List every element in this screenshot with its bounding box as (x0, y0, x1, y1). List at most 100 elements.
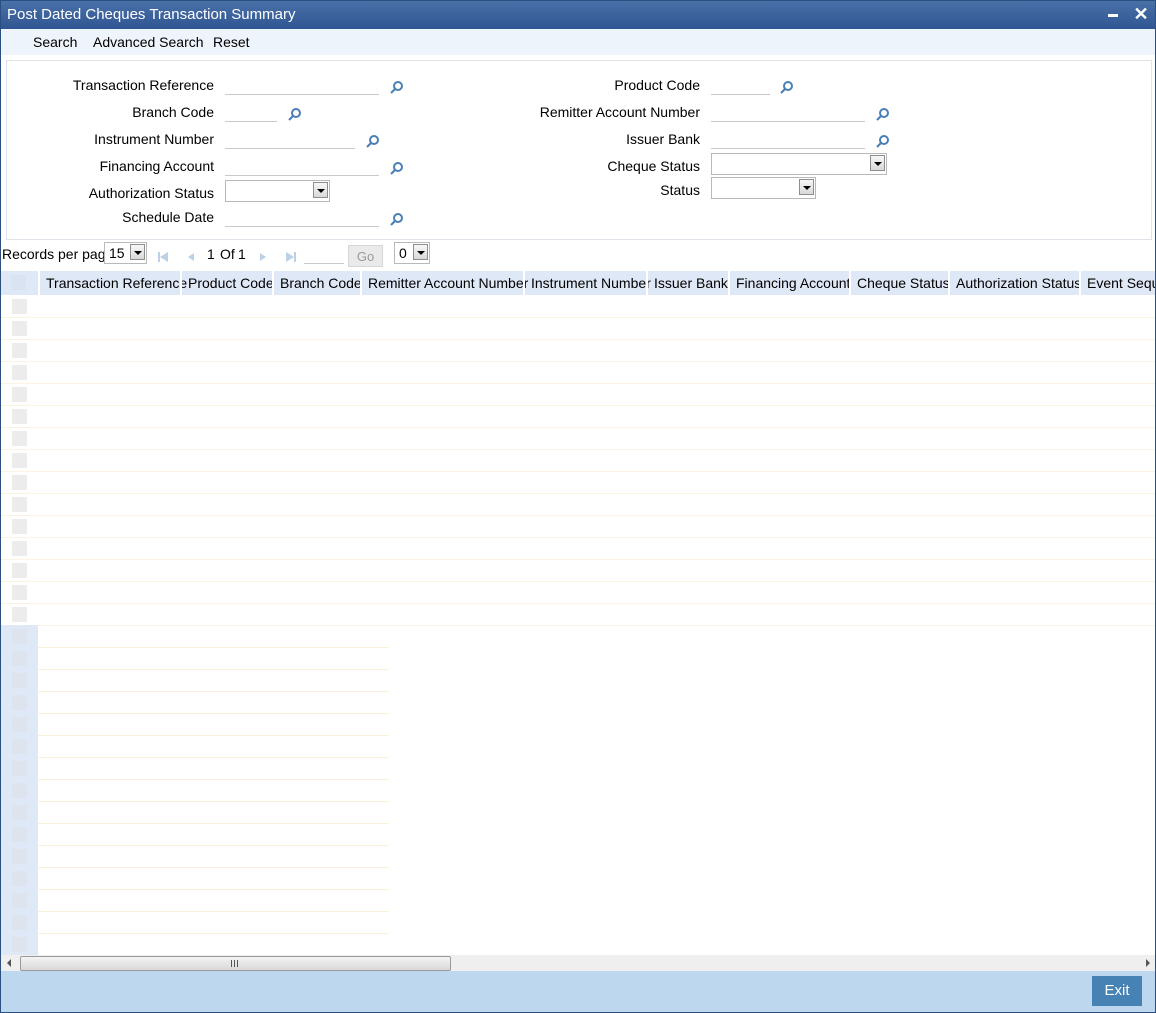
row-checkbox[interactable] (12, 541, 27, 556)
table-row[interactable] (1, 339, 1155, 362)
go-button[interactable]: Go (348, 245, 383, 267)
row-checkbox[interactable] (12, 519, 27, 534)
advanced-search-button[interactable]: Advanced Search (93, 34, 204, 50)
column-header[interactable]: Instrument Number (523, 271, 651, 295)
search-icon[interactable] (876, 107, 890, 121)
table-row[interactable] (1, 537, 1155, 560)
table-row-filler (1, 801, 389, 824)
search-icon[interactable] (876, 134, 890, 148)
search-icon[interactable] (366, 134, 380, 148)
column-header[interactable]: Issuer Bank (646, 271, 728, 295)
status-select[interactable] (711, 177, 816, 199)
minimize-icon[interactable] (1103, 4, 1123, 24)
records-per-page-label: Records per page (2, 246, 114, 262)
column-header[interactable]: Branch Code (272, 271, 362, 295)
column-header[interactable]: Product Code (180, 271, 274, 295)
transaction-reference-input[interactable] (225, 74, 379, 95)
cheque-status-select[interactable] (711, 153, 887, 175)
column-header[interactable]: Remitter Account Number (360, 271, 528, 295)
chevron-down-icon[interactable] (413, 244, 428, 260)
row-checkbox[interactable] (12, 563, 27, 578)
status-label: Status (660, 182, 700, 198)
table-row[interactable] (1, 493, 1155, 516)
table-row[interactable] (1, 317, 1155, 340)
search-icon[interactable] (390, 161, 404, 175)
search-icon[interactable] (288, 107, 302, 121)
row-checkbox[interactable] (12, 409, 27, 424)
row-checkbox (12, 937, 27, 952)
table-row[interactable] (1, 427, 1155, 450)
row-checkbox[interactable] (12, 321, 27, 336)
search-icon[interactable] (390, 80, 404, 94)
row-checkbox[interactable] (12, 365, 27, 380)
table-row[interactable] (1, 383, 1155, 406)
issuer-bank-input[interactable] (711, 128, 865, 149)
table-row-filler (1, 889, 389, 912)
table-row[interactable] (1, 405, 1155, 428)
row-selector (1, 757, 38, 780)
column-header[interactable]: Event Seque (1079, 271, 1155, 295)
goto-page-input[interactable] (304, 245, 344, 264)
row-checkbox[interactable] (12, 299, 27, 314)
remitter-account-number-input[interactable] (711, 101, 865, 122)
scrollbar-thumb[interactable] (20, 956, 451, 971)
column-header[interactable]: Authorization Status (948, 271, 1081, 295)
search-button[interactable]: Search (33, 34, 77, 50)
view-select[interactable]: 0 (394, 242, 430, 264)
select-all-checkbox[interactable] (1, 271, 38, 295)
next-page-icon[interactable] (257, 251, 269, 263)
row-checkbox[interactable] (12, 453, 27, 468)
row-checkbox[interactable] (12, 475, 27, 490)
row-checkbox (12, 783, 27, 798)
row-checkbox[interactable] (12, 431, 27, 446)
previous-page-icon[interactable] (185, 251, 197, 263)
chevron-down-icon[interactable] (313, 182, 328, 198)
column-header[interactable]: Cheque Status (849, 271, 950, 295)
table-row[interactable] (1, 515, 1155, 538)
table-row[interactable] (1, 295, 1155, 318)
table-row[interactable] (1, 449, 1155, 472)
first-page-icon[interactable] (157, 251, 169, 263)
column-header[interactable]: Transaction Reference (38, 271, 187, 295)
table-row[interactable] (1, 559, 1155, 582)
chevron-down-icon[interactable] (799, 179, 814, 195)
row-checkbox[interactable] (12, 387, 27, 402)
chevron-down-icon[interactable] (870, 155, 885, 171)
close-icon[interactable]: ✕ (1131, 4, 1151, 24)
instrument-number-input[interactable] (225, 128, 355, 149)
table-row-filler (1, 735, 389, 758)
authorization-status-select[interactable] (225, 180, 330, 202)
scroll-right-icon[interactable] (1146, 959, 1150, 967)
row-checkbox (12, 827, 27, 842)
horizontal-scrollbar[interactable] (1, 955, 1155, 971)
search-icon[interactable] (780, 80, 794, 94)
row-checkbox[interactable] (12, 607, 27, 622)
row-checkbox[interactable] (12, 585, 27, 600)
transaction-reference-label: Transaction Reference (72, 77, 214, 93)
chevron-down-icon[interactable] (130, 244, 145, 260)
reset-button[interactable]: Reset (213, 34, 250, 50)
table-row-filler (1, 867, 389, 890)
footer-bar: Exit (1, 971, 1155, 1012)
row-checkbox[interactable] (12, 343, 27, 358)
schedule-date-input[interactable] (225, 206, 379, 227)
table-row-filler (1, 911, 389, 934)
scroll-left-icon[interactable] (7, 959, 11, 967)
branch-code-input[interactable] (225, 101, 277, 122)
search-icon[interactable] (390, 212, 404, 226)
exit-button[interactable]: Exit (1092, 976, 1142, 1006)
product-code-input[interactable] (711, 74, 770, 95)
row-checkbox (12, 695, 27, 710)
records-per-page-select[interactable]: 15 (104, 242, 147, 264)
last-page-icon[interactable] (285, 251, 297, 263)
table-row[interactable] (1, 603, 1155, 626)
financing-account-input[interactable] (225, 155, 379, 176)
row-selector (1, 669, 38, 692)
instrument-number-label: Instrument Number (94, 131, 214, 147)
table-row[interactable] (1, 471, 1155, 494)
table-row[interactable] (1, 581, 1155, 604)
column-header[interactable]: Financing Account (728, 271, 850, 295)
row-checkbox[interactable] (12, 497, 27, 512)
table-row[interactable] (1, 361, 1155, 384)
row-selector (1, 713, 38, 736)
